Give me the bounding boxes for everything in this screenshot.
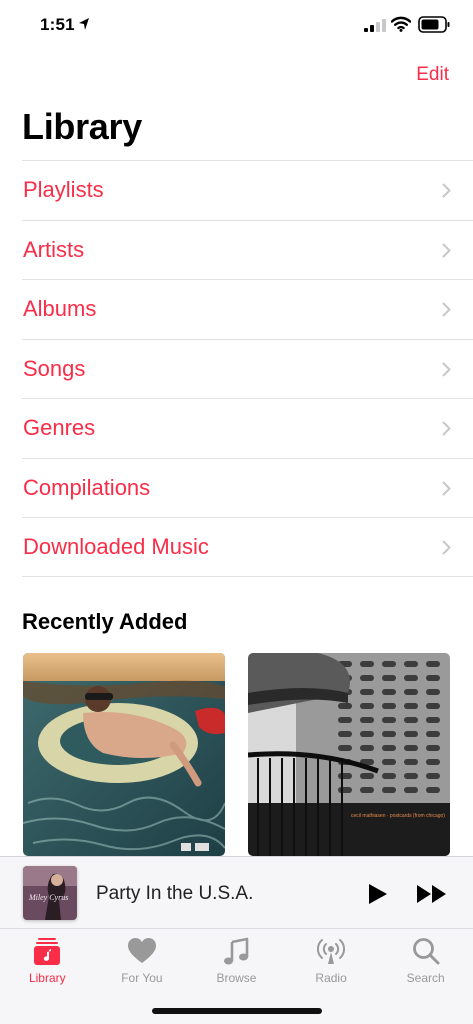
play-icon[interactable] (367, 882, 389, 906)
status-time: 1:51 (40, 15, 75, 34)
now-playing-title: Party In the U.S.A. (96, 883, 254, 904)
tab-browse[interactable]: Browse (189, 929, 284, 991)
library-icon (34, 938, 61, 965)
album-art-pool-float[interactable] (23, 653, 225, 856)
music-note-icon (224, 937, 249, 965)
tab-library[interactable]: Library (0, 929, 95, 991)
album-art-apartment-towers[interactable]: cecil mathiasen · postcards (from chicag… (248, 653, 450, 856)
menu-item-artists[interactable]: Artists (22, 219, 473, 280)
edit-button[interactable]: Edit (416, 64, 449, 86)
page-title: Library (22, 106, 142, 147)
tab-label: For You (121, 971, 163, 985)
tab-label: Search (406, 971, 445, 985)
tab-label: Radio (315, 971, 347, 985)
chevron-right-icon (442, 421, 451, 436)
mini-player[interactable]: Miley Cyrus Party In the U.S.A. (0, 856, 473, 928)
pool-float-cover-art (23, 653, 225, 856)
status-bar: 1:51 (0, 0, 473, 50)
tab-radio[interactable]: Radio (284, 929, 379, 991)
menu-item-label: Artists (23, 236, 85, 262)
chevron-right-icon (442, 540, 451, 555)
home-indicator[interactable] (152, 1008, 322, 1014)
menu-item-downloaded-music[interactable]: Downloaded Music (22, 517, 473, 577)
chevron-right-icon (442, 243, 451, 257)
tab-label: Browse (216, 971, 257, 985)
menu-item-label: Songs (23, 355, 86, 381)
menu-item-playlists[interactable]: Playlists (22, 160, 473, 220)
heart-icon (127, 938, 156, 963)
tab-label: Library (28, 971, 66, 985)
menu-item-songs[interactable]: Songs (22, 338, 473, 399)
album-caption: cecil mathiasen · postcards (from chicag… (351, 813, 445, 819)
cellular-signal-icon (364, 19, 386, 32)
wifi-icon (391, 16, 411, 32)
menu-item-label: Playlists (23, 177, 104, 202)
chevron-right-icon (442, 302, 451, 317)
menu-item-compilations[interactable]: Compilations (22, 457, 473, 518)
menu-item-label: Albums (23, 296, 97, 321)
menu-item-label: Compilations (23, 474, 151, 500)
menu-item-label: Downloaded Music (23, 534, 209, 559)
radio-icon (317, 939, 346, 964)
now-playing-artwork: Miley Cyrus (23, 866, 77, 920)
library-menu: Playlists Artists Albums Songs Genres Co… (22, 160, 473, 577)
search-icon (412, 938, 440, 965)
menu-item-albums[interactable]: Albums (22, 279, 473, 339)
recently-added-title: Recently Added (22, 609, 188, 634)
apartment-towers-cover-art: cecil mathiasen · postcards (from chicag… (248, 653, 450, 856)
chevron-right-icon (442, 183, 451, 198)
tab-search[interactable]: Search (378, 929, 473, 991)
menu-item-genres[interactable]: Genres (22, 398, 473, 458)
battery-icon (418, 16, 450, 33)
tab-for-you[interactable]: For You (95, 929, 190, 991)
now-playing-art-text: Miley Cyrus (28, 893, 68, 902)
chevron-right-icon (442, 481, 451, 495)
chevron-right-icon (442, 362, 451, 376)
menu-item-label: Genres (23, 415, 96, 440)
fast-forward-icon[interactable] (416, 884, 448, 904)
location-arrow-icon (79, 18, 89, 30)
